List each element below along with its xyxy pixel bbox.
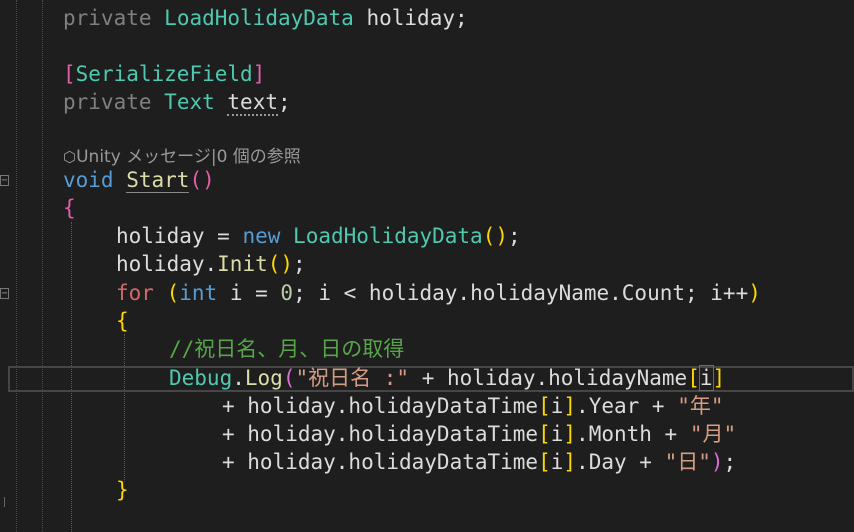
expression[interactable]: + holiday.holidayDataTime bbox=[222, 422, 538, 446]
expression[interactable]: + holiday.holidayDataTime bbox=[222, 450, 538, 474]
index-var[interactable]: i bbox=[551, 450, 564, 474]
expression-tail[interactable]: .Year + bbox=[576, 394, 677, 418]
comment: //祝日名、月、日の取得 bbox=[169, 337, 405, 361]
paren-close: ) bbox=[710, 450, 724, 474]
method-name[interactable]: Log bbox=[245, 366, 283, 390]
number-literal: 0 bbox=[280, 281, 294, 305]
code-line-11[interactable]: Debug.Log("祝日名 :" + holiday.holidayName[… bbox=[169, 364, 725, 392]
fold-end-tick bbox=[4, 497, 5, 507]
type-name[interactable]: LoadHolidayData bbox=[164, 6, 354, 30]
code-line-1[interactable]: private LoadHolidayData holiday; bbox=[63, 4, 468, 32]
keyword-void: void bbox=[63, 168, 114, 192]
keyword-int: int bbox=[179, 281, 218, 305]
code-line-8[interactable]: for (int i = 0; i < holiday.holidayName.… bbox=[116, 279, 761, 307]
string-literal: "年" bbox=[677, 394, 724, 418]
attribute-bracket-close: ] bbox=[252, 62, 266, 86]
variable[interactable]: holiday bbox=[116, 224, 205, 248]
code-line-2[interactable]: [SerializeField] bbox=[63, 60, 265, 88]
paren-close: ) bbox=[748, 281, 761, 305]
variable[interactable]: holiday. bbox=[116, 252, 217, 276]
index-var[interactable]: i bbox=[551, 422, 564, 446]
code-line-4[interactable]: void Start() bbox=[63, 166, 215, 194]
brace-close: } bbox=[116, 478, 129, 502]
code-line-5[interactable]: { bbox=[63, 194, 76, 222]
code-line-7[interactable]: holiday.Init(); bbox=[116, 250, 306, 278]
method-name[interactable]: Init bbox=[217, 252, 268, 276]
paren-open: ( bbox=[189, 168, 203, 192]
keyword-for: for bbox=[116, 281, 154, 305]
dot: . bbox=[232, 366, 245, 390]
paren-open: ( bbox=[166, 281, 180, 305]
string-literal: "祝日名 :" bbox=[295, 366, 410, 390]
paren-close: ) bbox=[280, 252, 294, 276]
field-name[interactable]: holiday bbox=[366, 6, 455, 30]
operator: = bbox=[204, 224, 243, 248]
collapse-for-loop-icon[interactable]: − bbox=[0, 288, 9, 299]
outline-guide-line bbox=[16, 0, 18, 532]
index-var[interactable]: i bbox=[698, 365, 714, 391]
expression[interactable]: + holiday.holidayName bbox=[409, 366, 688, 390]
code-line-14[interactable]: + holiday.holidayDataTime[i].Day + "日"); bbox=[222, 448, 736, 476]
bracket-open: [ bbox=[538, 450, 551, 474]
loop-init[interactable]: i = bbox=[217, 281, 280, 305]
code-line-6[interactable]: holiday = new LoadHolidayData(); bbox=[116, 222, 521, 250]
loop-condition[interactable]: ; i < holiday.holidayName.Count; i++ bbox=[293, 281, 748, 305]
string-literal: "日" bbox=[664, 450, 711, 474]
codelens-text[interactable]: Unity メッセージ|0 個の参照 bbox=[76, 147, 301, 167]
attribute-bracket-open: [ bbox=[63, 62, 76, 86]
access-modifier: private bbox=[63, 90, 152, 114]
brace-open: { bbox=[116, 309, 129, 333]
paren-open: ( bbox=[267, 252, 281, 276]
editor-gutter: − − bbox=[0, 0, 14, 532]
class-indent-guide bbox=[42, 0, 44, 532]
bracket-open: [ bbox=[687, 366, 700, 390]
access-modifier: private bbox=[63, 6, 152, 30]
semicolon: ; bbox=[723, 450, 737, 474]
string-literal: "月" bbox=[689, 422, 737, 446]
paren-close: ) bbox=[495, 224, 509, 248]
code-line-12[interactable]: + holiday.holidayDataTime[i].Year + "年" bbox=[222, 392, 724, 420]
for-block-indent-guide bbox=[124, 334, 126, 482]
bracket-open: [ bbox=[538, 422, 551, 446]
semicolon: ; bbox=[293, 252, 306, 276]
field-name[interactable]: text bbox=[227, 90, 278, 116]
semicolon: ; bbox=[508, 224, 521, 248]
bracket-close: ] bbox=[712, 366, 726, 390]
code-line-9[interactable]: { bbox=[116, 307, 129, 335]
type-name[interactable]: Text bbox=[164, 90, 215, 114]
bracket-close: ] bbox=[563, 422, 577, 446]
keyword-new: new bbox=[242, 224, 281, 248]
code-line-3[interactable]: private Text text; bbox=[63, 88, 291, 116]
expression-tail[interactable]: .Day + bbox=[576, 450, 665, 474]
index-var[interactable]: i bbox=[551, 394, 564, 418]
type-name[interactable]: LoadHolidayData bbox=[293, 224, 483, 248]
code-line-13[interactable]: + holiday.holidayDataTime[i].Month + "月" bbox=[222, 420, 736, 448]
paren-open: ( bbox=[282, 366, 296, 390]
bracket-close: ] bbox=[563, 450, 577, 474]
expression[interactable]: + holiday.holidayDataTime bbox=[222, 394, 538, 418]
expression-tail[interactable]: .Month + bbox=[576, 422, 690, 446]
attribute-name[interactable]: SerializeField bbox=[76, 62, 253, 86]
semicolon: ; bbox=[277, 90, 291, 114]
collapse-start-method-icon[interactable]: − bbox=[0, 175, 9, 186]
bracket-open: [ bbox=[538, 394, 551, 418]
brace-open: { bbox=[63, 196, 76, 220]
method-name[interactable]: Start bbox=[126, 168, 190, 193]
code-line-10[interactable]: //祝日名、月、日の取得 bbox=[169, 335, 404, 363]
paren-open: ( bbox=[482, 224, 496, 248]
code-line-15[interactable]: } bbox=[116, 476, 129, 504]
paren-close: ) bbox=[202, 168, 215, 192]
semicolon: ; bbox=[455, 6, 468, 30]
class-name[interactable]: Debug bbox=[169, 366, 232, 390]
bracket-close: ] bbox=[563, 394, 577, 418]
unity-cube-icon: ⬡ bbox=[63, 148, 77, 166]
